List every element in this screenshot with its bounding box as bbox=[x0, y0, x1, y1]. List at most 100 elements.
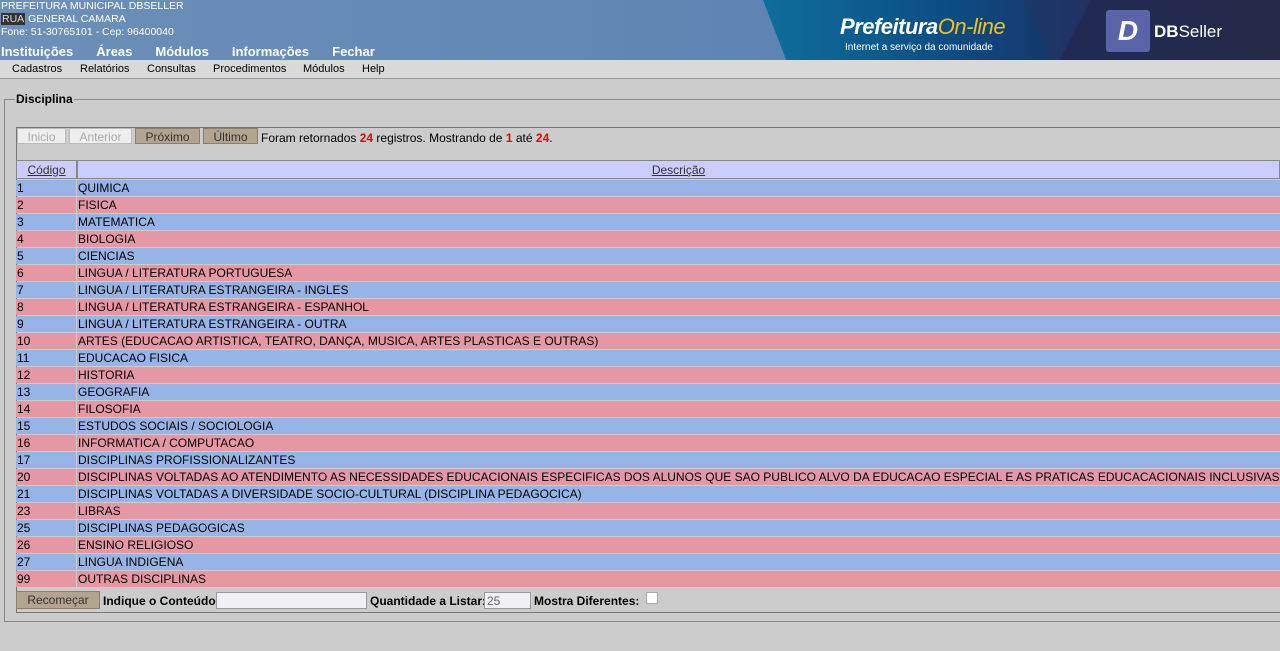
cell-descricao: QUIMICA bbox=[77, 180, 1280, 196]
menu-help[interactable]: Help bbox=[362, 63, 385, 75]
table-row[interactable]: 7 LINGUA / LITERATURA ESTRANGEIRA - INGLE… bbox=[16, 282, 1280, 298]
dbs-name-rest: Seller bbox=[1178, 22, 1223, 41]
cell-descricao: LINGUA INDIGENA bbox=[77, 554, 1280, 570]
table-row[interactable]: 23 LIBRAS bbox=[16, 503, 1280, 519]
cell-codigo: 10 bbox=[16, 333, 76, 349]
org-contact: Fone: 51-30765101 - Cep: 96400040 bbox=[1, 26, 174, 38]
mostra-diferentes-checkbox[interactable] bbox=[646, 592, 658, 604]
cell-codigo: 2 bbox=[16, 197, 76, 213]
cell-codigo: 5 bbox=[16, 248, 76, 264]
dbseller-logo-icon: D bbox=[1106, 10, 1150, 52]
cell-descricao: FILOSOFIA bbox=[77, 401, 1280, 417]
top-nav: Instituições Áreas Módulos Informações F… bbox=[1, 44, 398, 60]
cell-descricao: LINGUA / LITERATURA ESTRANGEIRA - OUTRA bbox=[77, 316, 1280, 332]
column-header-codigo[interactable]: Código bbox=[16, 160, 77, 179]
pager-info-ate: até bbox=[515, 131, 533, 145]
nav-instituicoes[interactable]: Instituições bbox=[1, 44, 73, 60]
cell-descricao: LIBRAS bbox=[77, 503, 1280, 519]
table-row[interactable]: 11 EDUCACAO FISICA bbox=[16, 350, 1280, 366]
table-row[interactable]: 25 DISCIPLINAS PEDAGOGICAS bbox=[16, 520, 1280, 536]
cell-codigo: 7 bbox=[16, 282, 76, 298]
pager-total: 24 bbox=[359, 131, 374, 145]
cell-descricao: ESTUDOS SOCIAIS / SOCIOLOGIA bbox=[77, 418, 1280, 434]
cell-descricao: OUTRAS DISCIPLINAS bbox=[77, 571, 1280, 587]
cell-codigo: 27 bbox=[16, 554, 76, 570]
table-row[interactable]: 5 CIENCIAS bbox=[16, 248, 1280, 264]
cell-codigo: 16 bbox=[16, 435, 76, 451]
table-row[interactable]: 12 HISTORIA bbox=[16, 367, 1280, 383]
cell-codigo: 17 bbox=[16, 452, 76, 468]
cell-descricao: HISTORIA bbox=[77, 367, 1280, 383]
table-row[interactable]: 15 ESTUDOS SOCIAIS / SOCIOLOGIA bbox=[16, 418, 1280, 434]
proximo-button[interactable]: Próximo bbox=[135, 128, 200, 144]
cell-codigo: 99 bbox=[16, 571, 76, 587]
cell-descricao: CIENCIAS bbox=[77, 248, 1280, 264]
menu-procedimentos[interactable]: Procedimentos bbox=[213, 63, 286, 75]
menu-modulos[interactable]: Módulos bbox=[303, 63, 345, 75]
cell-descricao: DISCIPLINAS VOLTADAS A DIVERSIDADE SOCIO… bbox=[77, 486, 1280, 502]
menu-bar: Cadastros Relatórios Consultas Procedime… bbox=[0, 60, 1280, 79]
table-row[interactable]: 9 LINGUA / LITERATURA ESTRANGEIRA - OUTRA bbox=[16, 316, 1280, 332]
pager-info: Foram retornados 24 registros. Mostrando… bbox=[261, 131, 553, 145]
cell-descricao: LINGUA / LITERATURA ESTRANGEIRA - ESPANH… bbox=[77, 299, 1280, 315]
cell-descricao: LINGUA / LITERATURA PORTUGUESA bbox=[77, 265, 1280, 281]
cell-descricao: LINGUA / LITERATURA ESTRANGEIRA - INGLES bbox=[77, 282, 1280, 298]
menu-relatorios[interactable]: Relatórios bbox=[80, 63, 130, 75]
table-row[interactable]: 4 BIOLOGIA bbox=[16, 231, 1280, 247]
pager-info-end: . bbox=[549, 131, 553, 145]
address-street: GENERAL CAMARA bbox=[28, 13, 126, 25]
column-header-descricao[interactable]: Descrição bbox=[77, 160, 1280, 179]
table-row[interactable]: 1 QUIMICA bbox=[16, 180, 1280, 196]
table-row[interactable]: 17 DISCIPLINAS PROFISSIONALIZANTES bbox=[16, 452, 1280, 468]
anterior-button[interactable]: Anterior bbox=[69, 128, 132, 144]
org-info: PREFEITURA MUNICIPAL DBSELLER RUA GENERA… bbox=[1, 0, 184, 39]
cell-descricao: GEOGRAFIA bbox=[77, 384, 1280, 400]
inicio-button[interactable]: Inicio bbox=[17, 128, 66, 144]
cell-codigo: 13 bbox=[16, 384, 76, 400]
logo-main-text: Prefeitura bbox=[840, 14, 938, 39]
conteudo-input[interactable] bbox=[216, 592, 367, 609]
search-footer: Recomeçar Indique o Conteúdo: Quantidade… bbox=[16, 590, 1280, 610]
cell-descricao: FISICA bbox=[77, 197, 1280, 213]
org-address: RUA GENERAL CAMARA bbox=[1, 13, 184, 26]
prefeitura-online-logo: PrefeituraOn-line bbox=[840, 14, 1006, 40]
nav-modulos[interactable]: Módulos bbox=[155, 44, 208, 60]
nav-areas[interactable]: Áreas bbox=[96, 44, 132, 60]
mostra-diferentes-label: Mostra Diferentes: bbox=[534, 594, 640, 608]
header-banner: PrefeituraOn-line Internet a serviço da … bbox=[763, 0, 1280, 60]
cell-descricao: EDUCACAO FISICA bbox=[77, 350, 1280, 366]
table-row[interactable]: 6 LINGUA / LITERATURA PORTUGUESA bbox=[16, 265, 1280, 281]
table-row[interactable]: 21 DISCIPLINAS VOLTADAS A DIVERSIDADE SOC… bbox=[16, 486, 1280, 502]
cell-descricao: BIOLOGIA bbox=[77, 231, 1280, 247]
fieldset-legend: Disciplina bbox=[16, 92, 73, 106]
cell-codigo: 15 bbox=[16, 418, 76, 434]
ultimo-button[interactable]: Último bbox=[203, 128, 258, 144]
cell-codigo: 1 bbox=[16, 180, 76, 196]
table-row[interactable]: 3 MATEMATICA bbox=[16, 214, 1280, 230]
pager-from: 1 bbox=[505, 131, 513, 145]
cell-descricao: MATEMATICA bbox=[77, 214, 1280, 230]
table-row[interactable]: 27 LINGUA INDIGENA bbox=[16, 554, 1280, 570]
menu-cadastros[interactable]: Cadastros bbox=[12, 63, 62, 75]
logo-online-text: On-line bbox=[937, 14, 1006, 39]
table-row[interactable]: 20 DISCIPLINAS VOLTADAS AO ATENDIMENTO AS… bbox=[16, 469, 1280, 485]
cell-codigo: 25 bbox=[16, 520, 76, 536]
table-row[interactable]: 16 INFORMATICA / COMPUTACAO bbox=[16, 435, 1280, 451]
table-row[interactable]: 10 ARTES (EDUCACAO ARTISTICA, TEATRO, DAN… bbox=[16, 333, 1280, 349]
dbseller-logo-text: DBSeller bbox=[1154, 22, 1222, 42]
nav-informacoes[interactable]: Informações bbox=[232, 44, 309, 60]
menu-consultas[interactable]: Consultas bbox=[147, 63, 196, 75]
table-row[interactable]: 14 FILOSOFIA bbox=[16, 401, 1280, 417]
cell-codigo: 8 bbox=[16, 299, 76, 315]
app-header: PREFEITURA MUNICIPAL DBSELLER RUA GENERA… bbox=[0, 0, 1280, 60]
table-row[interactable]: 8 LINGUA / LITERATURA ESTRANGEIRA - ESPAN… bbox=[16, 299, 1280, 315]
quantidade-input[interactable] bbox=[484, 592, 531, 609]
table-row[interactable]: 99 OUTRAS DISCIPLINAS bbox=[16, 571, 1280, 587]
pager-to: 24 bbox=[535, 131, 550, 145]
table-row[interactable]: 2 FISICA bbox=[16, 197, 1280, 213]
table-row[interactable]: 13 GEOGRAFIA bbox=[16, 384, 1280, 400]
cell-codigo: 26 bbox=[16, 537, 76, 553]
table-row[interactable]: 26 ENSINO RELIGIOSO bbox=[16, 537, 1280, 553]
recomecar-button[interactable]: Recomeçar bbox=[16, 591, 100, 609]
nav-fechar[interactable]: Fechar bbox=[332, 44, 375, 60]
